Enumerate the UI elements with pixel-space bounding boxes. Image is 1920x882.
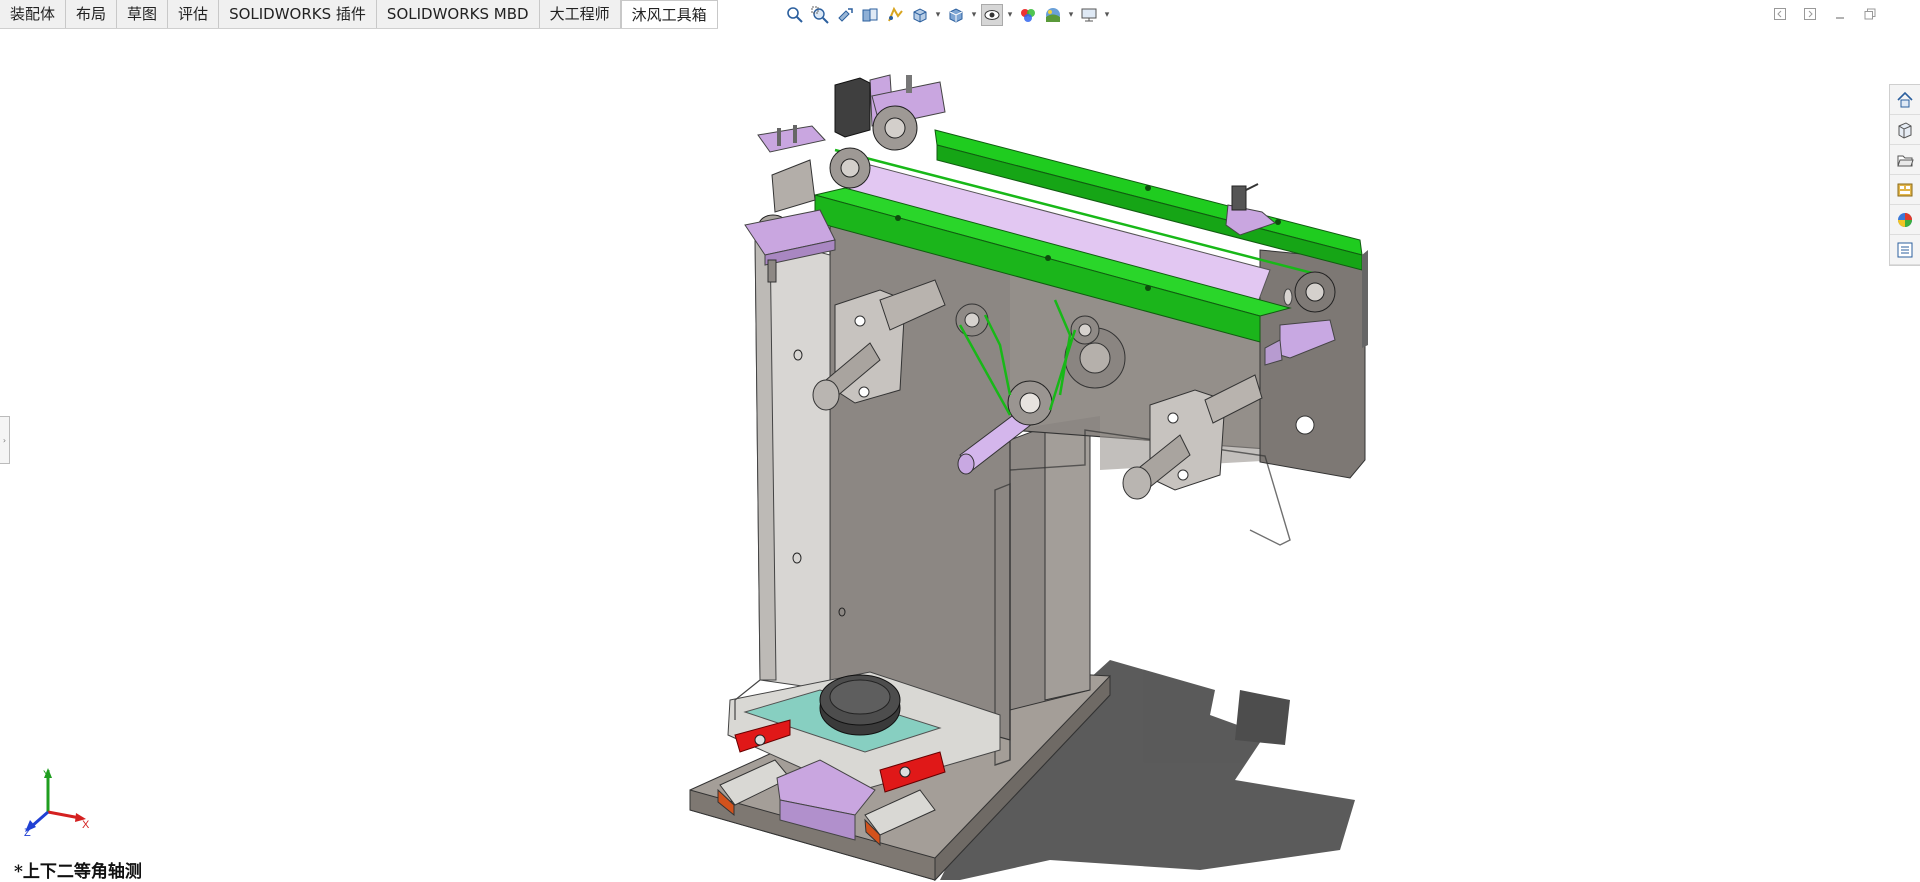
reference-triad: Y X Z	[24, 768, 90, 836]
triad-y-label: Y	[43, 769, 51, 781]
window-controls	[1772, 6, 1878, 22]
section-view-icon[interactable]	[859, 4, 881, 26]
home-icon[interactable]	[1890, 85, 1920, 115]
tab-solidworks-addins[interactable]: SOLIDWORKS 插件	[219, 0, 377, 28]
tab-evaluate[interactable]: 评估	[168, 0, 220, 28]
restore-icon[interactable]	[1862, 6, 1878, 22]
tab-solidworks-mbd[interactable]: SOLIDWORKS MBD	[376, 0, 540, 28]
view-settings-dropdown-icon[interactable]: ▾	[1103, 4, 1111, 26]
tab-great-engineer[interactable]: 大工程师	[539, 0, 621, 28]
triad-z-label: Z	[24, 827, 31, 836]
view-settings-icon[interactable]	[1078, 4, 1100, 26]
zoom-to-area-icon[interactable]	[809, 4, 831, 26]
triad-x-label: X	[82, 819, 90, 831]
triad-x-axis	[47, 810, 81, 820]
display-style-dropdown-icon[interactable]: ▾	[970, 4, 978, 26]
view-orientation-label: *上下二等角轴测	[14, 862, 142, 882]
upright-column	[1009, 399, 1091, 711]
display-style-icon[interactable]	[945, 4, 967, 26]
command-manager-tabs: 装配体 布局 草图 评估 SOLIDWORKS 插件 SOLIDWORKS MB…	[0, 0, 718, 29]
dynamic-annotation-icon[interactable]	[884, 4, 906, 26]
tab-mufeng-toolbox[interactable]: 沐风工具箱	[620, 0, 718, 28]
hide-show-items-icon[interactable]	[981, 4, 1003, 26]
apply-scene-dropdown-icon[interactable]: ▾	[1067, 4, 1075, 26]
tile-left-icon[interactable]	[1772, 6, 1788, 22]
view-orientation-icon[interactable]	[909, 4, 931, 26]
edit-appearance-icon[interactable]	[1017, 4, 1039, 26]
appearances-scenes-icon[interactable]	[1890, 205, 1920, 235]
triad-z-axis	[31, 810, 49, 828]
view-orientation-dropdown-icon[interactable]: ▾	[934, 4, 942, 26]
tab-layout[interactable]: 布局	[66, 0, 118, 28]
graphics-area[interactable]	[0, 29, 1880, 881]
tab-sketch[interactable]: 草图	[117, 0, 169, 28]
tab-assembly[interactable]: 装配体	[0, 0, 67, 28]
previous-view-icon[interactable]	[834, 4, 856, 26]
custom-properties-icon[interactable]	[1890, 235, 1920, 265]
tile-right-icon[interactable]	[1802, 6, 1818, 22]
file-explorer-icon[interactable]	[1890, 145, 1920, 175]
minimize-icon[interactable]	[1832, 6, 1848, 22]
heads-up-view-toolbar: ▾ ▾ ▾ ▾ ▾	[784, 3, 1111, 27]
design-library-icon[interactable]	[1890, 115, 1920, 145]
zoom-to-fit-icon[interactable]	[784, 4, 806, 26]
task-pane	[1889, 84, 1920, 266]
view-palette-icon[interactable]	[1890, 175, 1920, 205]
apply-scene-icon[interactable]	[1042, 4, 1064, 26]
hide-show-dropdown-icon[interactable]: ▾	[1006, 4, 1014, 26]
